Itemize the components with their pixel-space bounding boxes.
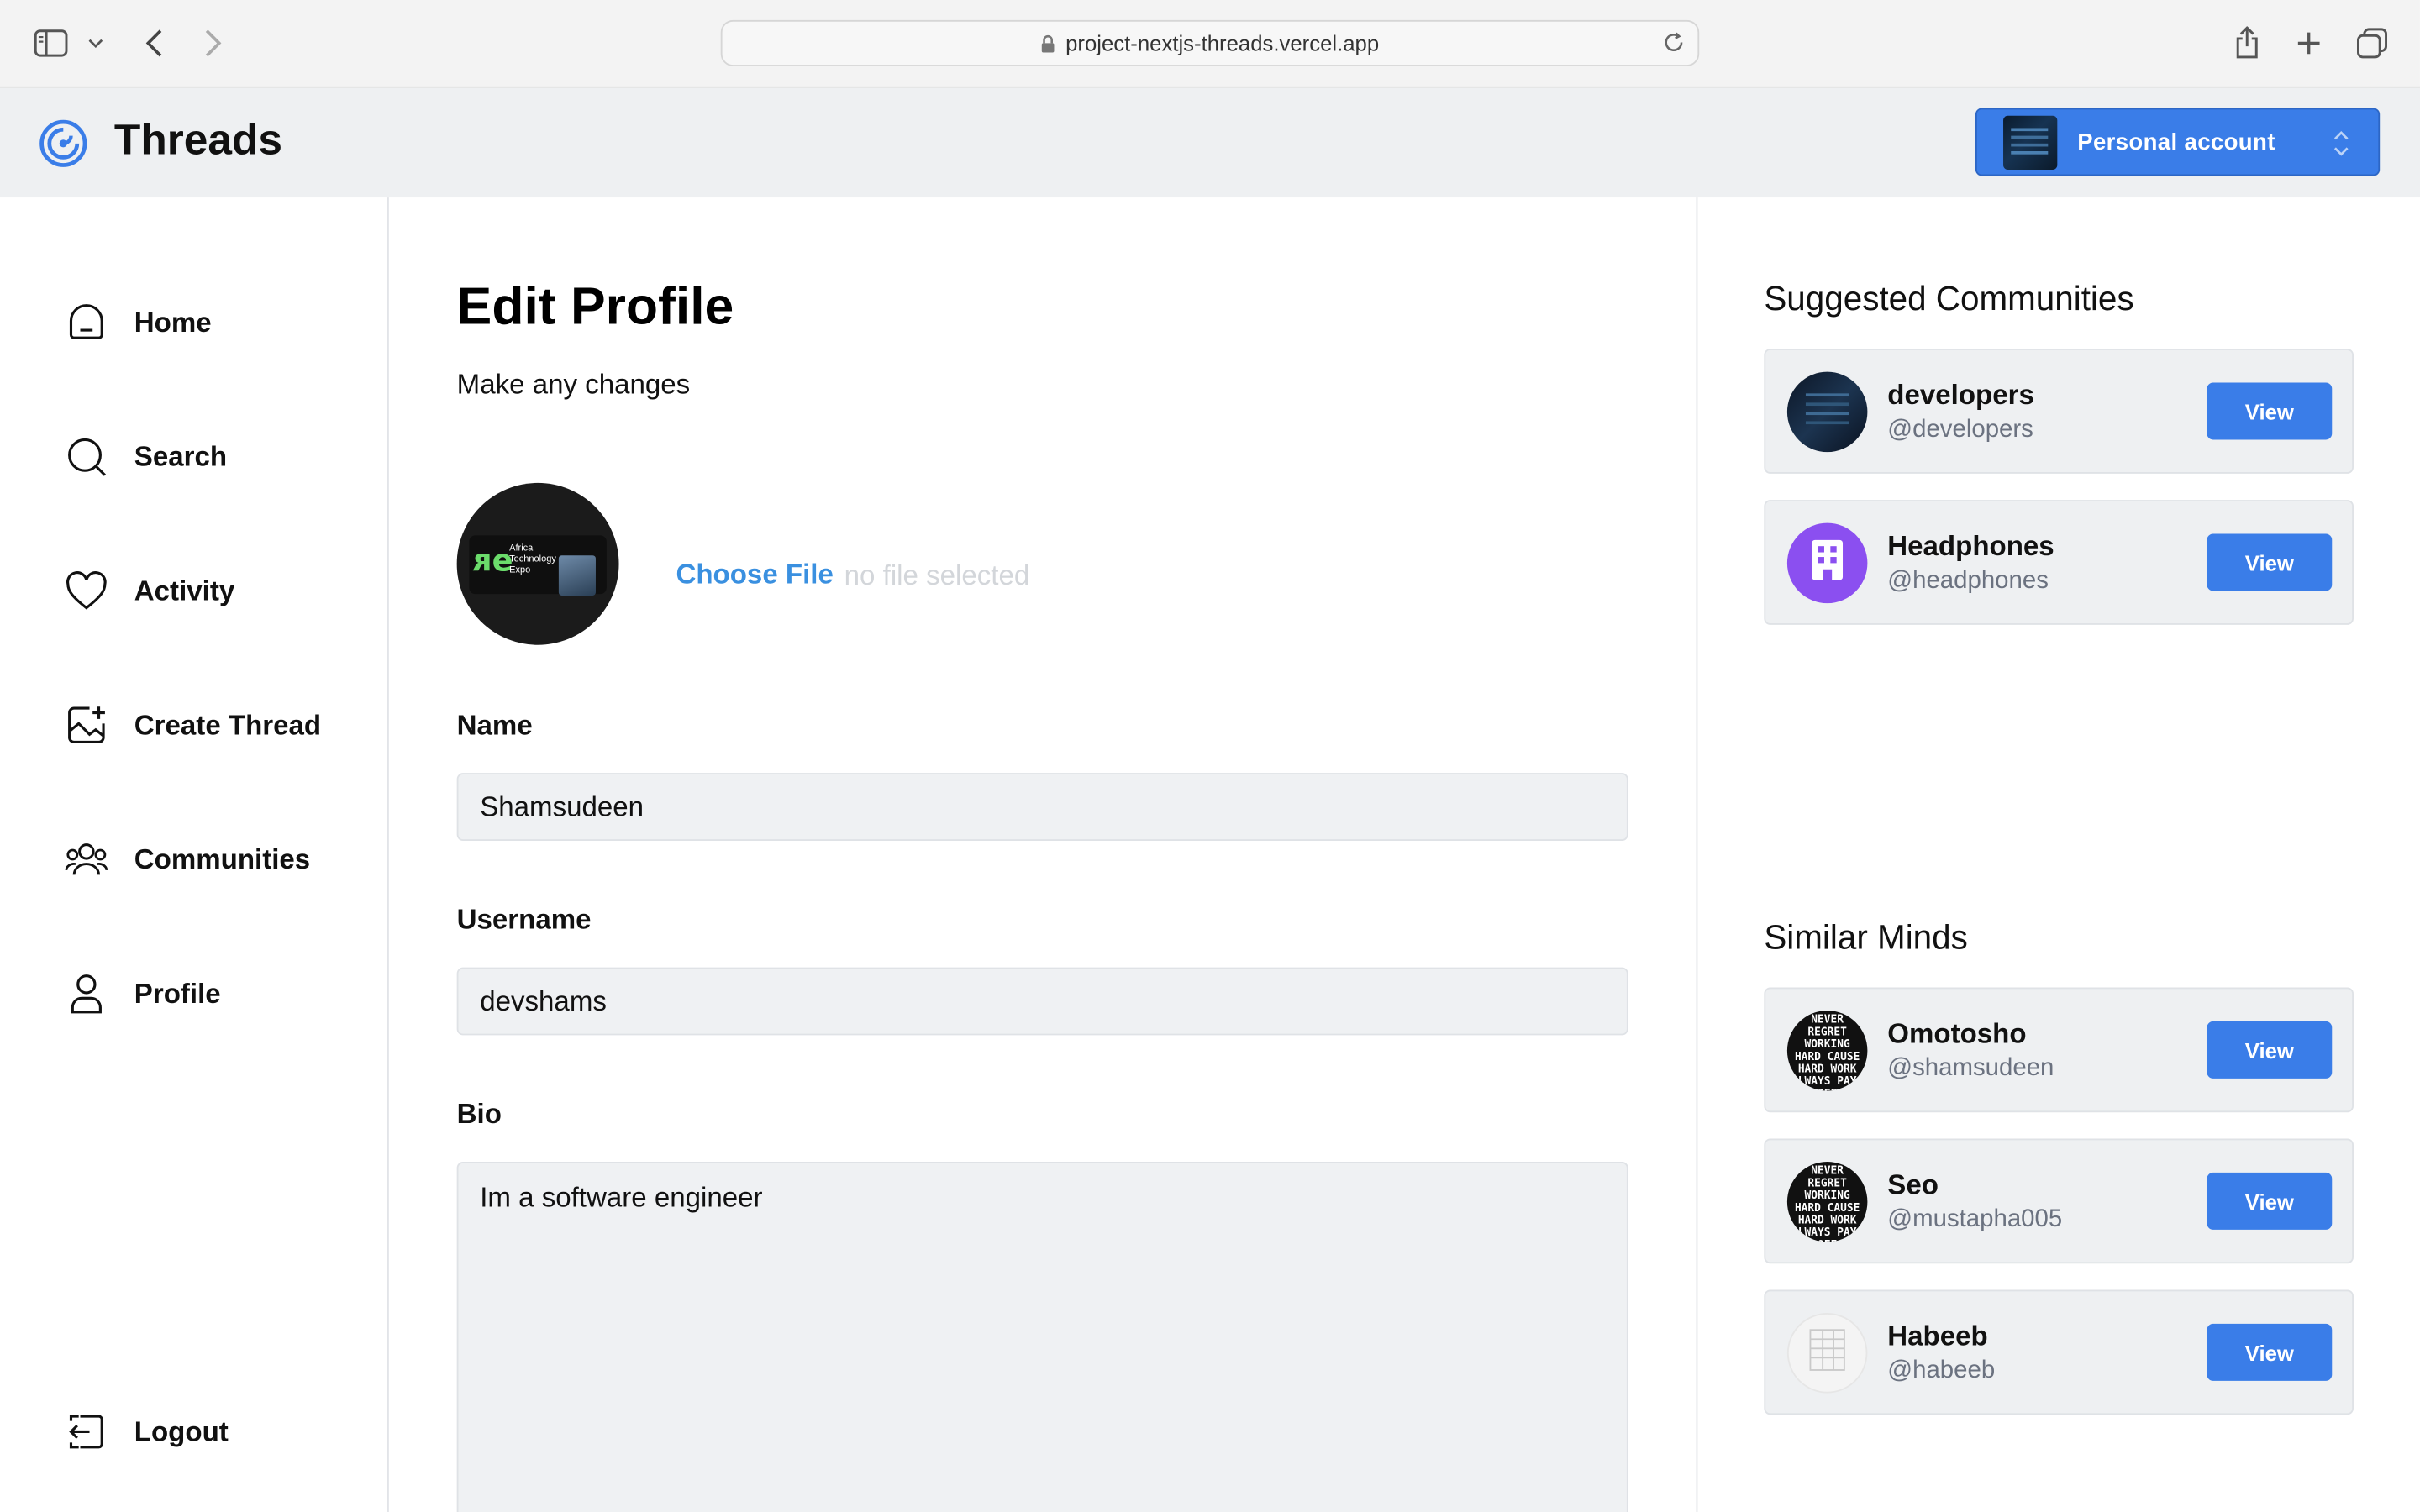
- left-sidebar: Home Search Activity Create Thread Commu…: [0, 197, 389, 1512]
- file-status: no file selected: [844, 559, 1030, 591]
- tabs-overview-icon[interactable]: [2350, 22, 2393, 65]
- user-name: Seo: [1887, 1169, 1939, 1200]
- avatar-quote-text: YOU WILL NEVER REGRET WORKING HARD CAUSE…: [1791, 1011, 1864, 1091]
- forward-icon[interactable]: [192, 22, 234, 65]
- logout-button[interactable]: Logout: [65, 1409, 229, 1455]
- nav-item-create-thread[interactable]: Create Thread: [65, 702, 321, 748]
- chevron-down-icon[interactable]: [77, 22, 114, 65]
- page-title: Edit Profile: [456, 277, 734, 337]
- app-topbar: Threads Personal account: [0, 87, 2420, 198]
- heart-icon: [65, 570, 108, 612]
- view-button[interactable]: View: [2207, 382, 2333, 440]
- nav-item-home[interactable]: Home: [65, 299, 212, 345]
- user-avatar: [1786, 1313, 1868, 1394]
- nav-label: Activity: [134, 575, 235, 606]
- reload-icon[interactable]: [1662, 31, 1686, 55]
- bio-textarea[interactable]: Im a software engineer: [456, 1162, 1628, 1512]
- avatar-quote-text: YOU WILL NEVER REGRET WORKING HARD CAUSE…: [1791, 1162, 1864, 1242]
- threads-logo-icon[interactable]: [39, 118, 88, 168]
- user-avatar: YOU WILL NEVER REGRET WORKING HARD CAUSE…: [1786, 1162, 1868, 1242]
- account-switcher[interactable]: Personal account: [1975, 108, 2381, 176]
- user-handle: @shamsudeen: [1887, 1055, 2054, 1082]
- url-text: project-nextjs-threads.vercel.app: [1065, 30, 1380, 56]
- community-avatar: [1786, 371, 1868, 453]
- home-icon: [65, 301, 108, 344]
- nav-label: Create Thread: [134, 708, 322, 740]
- user-icon: [65, 972, 108, 1015]
- create-icon: [65, 704, 108, 747]
- right-sidebar: Suggested Communities developers @develo…: [1699, 197, 2420, 1512]
- nav-item-search[interactable]: Search: [65, 433, 227, 480]
- similar-minds-title: Similar Minds: [1764, 917, 1968, 957]
- nav-item-communities[interactable]: Communities: [65, 836, 310, 882]
- user-name: Omotosho: [1887, 1018, 2027, 1049]
- community-name: Headphones: [1887, 530, 2054, 562]
- bio-label: Bio: [456, 1098, 502, 1130]
- nav-item-activity[interactable]: Activity: [65, 568, 234, 614]
- community-name: developers: [1887, 379, 2034, 411]
- nav-item-profile[interactable]: Profile: [65, 970, 221, 1016]
- user-card: YOU WILL NEVER REGRET WORKING HARD CAUSE…: [1764, 987, 2354, 1113]
- logout-label: Logout: [134, 1415, 229, 1446]
- name-label: Name: [456, 709, 533, 741]
- name-field[interactable]: Shamsudeen: [456, 773, 1628, 842]
- expo-logo-icon: ᴙe: [472, 541, 513, 579]
- nav-label: Profile: [134, 977, 221, 1009]
- view-button[interactable]: View: [2207, 1172, 2333, 1230]
- diagram-icon: [1801, 1323, 1853, 1383]
- view-button[interactable]: View: [2207, 1021, 2333, 1079]
- brand-title[interactable]: Threads: [114, 116, 282, 165]
- avatar-text: Africa Technology Expo: [509, 544, 556, 576]
- lock-icon: [1041, 33, 1056, 53]
- community-handle: @developers: [1887, 416, 2033, 444]
- view-button[interactable]: View: [2207, 533, 2333, 591]
- sidebar-toggle-icon[interactable]: [29, 22, 72, 65]
- users-icon: [65, 837, 108, 880]
- username-label: Username: [456, 904, 592, 936]
- suggested-communities-title: Suggested Communities: [1764, 279, 2134, 318]
- address-bar[interactable]: project-nextjs-threads.vercel.app: [720, 19, 1700, 66]
- choose-file-button[interactable]: Choose File: [676, 559, 833, 591]
- avatar-photo: [558, 555, 596, 596]
- account-avatar: [2003, 114, 2058, 170]
- account-label: Personal account: [2077, 129, 2275, 155]
- user-card: Habeeb @habeeb View: [1764, 1289, 2354, 1415]
- community-card: developers @developers View: [1764, 349, 2354, 474]
- browser-toolbar: project-nextjs-threads.vercel.app: [0, 0, 2420, 88]
- logout-icon: [65, 1410, 108, 1453]
- new-tab-icon[interactable]: [2287, 22, 2330, 65]
- nav-label: Communities: [134, 843, 311, 874]
- community-avatar: [1786, 522, 1868, 604]
- user-card: YOU WILL NEVER REGRET WORKING HARD CAUSE…: [1764, 1138, 2354, 1264]
- user-handle: @mustapha005: [1887, 1206, 2063, 1233]
- search-icon: [65, 435, 108, 478]
- edit-profile-panel: Edit Profile Make any changes ᴙe Africa …: [391, 197, 1698, 1512]
- community-card: Headphones @headphones View: [1764, 500, 2354, 625]
- view-button[interactable]: View: [2207, 1323, 2333, 1381]
- nav-label: Home: [134, 306, 212, 338]
- user-handle: @habeeb: [1887, 1357, 1996, 1384]
- chevrons-up-down-icon: [2332, 128, 2350, 166]
- username-field[interactable]: devshams: [456, 967, 1628, 1036]
- building-icon: [1807, 536, 1848, 590]
- back-icon[interactable]: [133, 22, 176, 65]
- nav-label: Search: [134, 440, 228, 472]
- user-name: Habeeb: [1887, 1320, 1988, 1352]
- share-icon[interactable]: [2226, 22, 2269, 65]
- community-handle: @headphones: [1887, 567, 2049, 595]
- user-avatar: YOU WILL NEVER REGRET WORKING HARD CAUSE…: [1786, 1011, 1868, 1091]
- page-subtitle: Make any changes: [456, 368, 691, 400]
- profile-avatar: ᴙe Africa Technology Expo: [456, 482, 619, 645]
